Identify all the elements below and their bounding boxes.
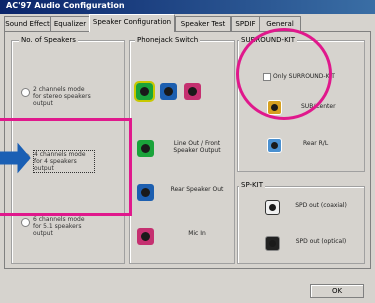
coaxial-jack-icon xyxy=(265,200,280,215)
jack-rear-speaker-icon xyxy=(137,184,154,201)
jack-mic-in-label: Mic In xyxy=(188,230,206,237)
tab-strip: Sound Effect Equalizer Speaker Configura… xyxy=(0,14,375,32)
speakers-group-title: No. of Speakers xyxy=(19,36,78,44)
ok-button[interactable]: OK xyxy=(310,284,364,298)
tab-speaker-configuration[interactable]: Speaker Configuration xyxy=(89,14,175,32)
spd-out-coaxial-label: SPD out (coaxial) xyxy=(295,202,347,209)
jack-rear-speaker-label: Rear Speaker Out xyxy=(170,186,224,193)
jack-line-out-label: Line Out / Front Speaker Output xyxy=(173,140,221,154)
title-bar: AC'97 Audio Configuration xyxy=(0,0,375,14)
annotation-highlight-box xyxy=(0,118,132,216)
window-title: AC'97 Audio Configuration xyxy=(6,1,125,10)
sp-kit-group xyxy=(237,186,365,264)
radio-2-channels-label: 2 channels mode for stereo speakers outp… xyxy=(33,86,91,107)
phonejack-group-title: Phonejack Switch xyxy=(135,36,201,44)
audio-config-window: AC'97 Audio Configuration Sound Effect E… xyxy=(0,0,375,303)
annotation-highlight-circle xyxy=(236,28,332,120)
sp-kit-title: SP-KIT xyxy=(239,181,265,189)
jack-mic-in-icon xyxy=(137,228,154,245)
spd-out-optical-label: SPD out (optical) xyxy=(295,238,347,245)
phonejack-green[interactable] xyxy=(134,81,155,102)
optical-jack-icon xyxy=(265,236,280,251)
radio-6-channels-label: 6 channels mode for 5.1 speakers output xyxy=(33,216,85,237)
radio-6-channels[interactable] xyxy=(21,218,30,227)
rear-rl-jack-icon xyxy=(267,138,282,153)
radio-2-channels[interactable] xyxy=(21,88,30,97)
tab-spdif[interactable]: SPDIF xyxy=(231,16,260,31)
tab-sound-effect[interactable]: Sound Effect xyxy=(4,16,51,31)
tab-equalizer[interactable]: Equalizer xyxy=(50,16,90,31)
jack-line-out-icon xyxy=(137,140,154,157)
phonejack-blue[interactable] xyxy=(160,83,177,100)
tab-speaker-test[interactable]: Speaker Test xyxy=(175,16,231,31)
phonejack-pink[interactable] xyxy=(184,83,201,100)
rear-rl-label: Rear R/L xyxy=(303,140,329,147)
